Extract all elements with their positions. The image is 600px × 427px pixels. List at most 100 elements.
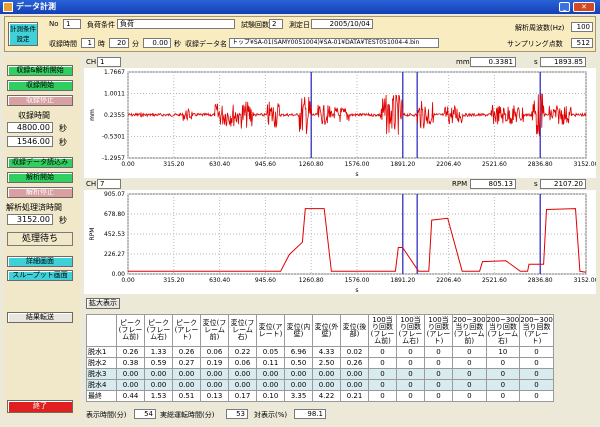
chart2-unit-label: RPM [452, 180, 468, 188]
table-cell: 0.00 [200, 368, 229, 380]
time-label: 収録時間 [49, 40, 77, 48]
date-field[interactable]: 2005/10/04 [311, 19, 373, 29]
y-tick-label: 452.53 [104, 231, 125, 238]
settings-button[interactable]: 計測条件設定 [8, 22, 38, 46]
x-tick-label: 1576.00 [345, 161, 370, 168]
table-cell: 0 [519, 368, 554, 380]
chart1-ch-select[interactable]: 1 [97, 57, 121, 67]
x-tick-label: 2836.80 [528, 277, 553, 284]
no-field[interactable]: 1 [63, 19, 81, 29]
table-cell: 0.00 [144, 368, 173, 380]
table-cell: 0.00 [172, 379, 201, 391]
results-table: ピーク(フレーム前) ピーク(フレーム右) ピーク(アレート) 変位(フレーム前) 変位… [86, 314, 554, 402]
rec-stop-button[interactable]: 収録停止 [7, 95, 73, 106]
table-cell: 0 [519, 390, 554, 402]
analysis-start-button[interactable]: 解析開始 [7, 172, 73, 183]
chart1-vibration-plot[interactable]: 0.00 315.20 630.40 945.60 1260.80 1576.00 1891… [84, 68, 596, 178]
table-cell: 0.21 [340, 390, 369, 402]
analysis-time-field: 3152.00 [7, 214, 53, 225]
rec-time-total-field: 4800.00 [7, 122, 53, 133]
y-axis-label: mm [89, 109, 96, 121]
chart2-ch-select[interactable]: 7 [97, 179, 121, 189]
table-cell: 0 [424, 390, 453, 402]
table-row: 脱水2 0.38 0.59 0.27 0.19 0.06 0.11 0.50 2.50 0.26 0… [86, 357, 554, 369]
y-tick-label: -0.5301 [102, 134, 125, 141]
rec-time-elapsed-unit: 秒 [59, 138, 67, 147]
table-cell: 0.00 [284, 368, 313, 380]
time-hour-field[interactable]: 1 [81, 38, 95, 48]
table-cell: 0.26 [116, 346, 145, 358]
table-cell: 3.35 [284, 390, 313, 402]
analysis-stop-button[interactable]: 解析停止 [7, 187, 73, 198]
chart1-ch-label: CH [86, 58, 97, 66]
table-cell: 0.00 [256, 368, 285, 380]
analysis-freq-field[interactable]: 100 [571, 22, 593, 32]
table-cell: 0.00 [172, 368, 201, 380]
table-cell: 0.05 [256, 346, 285, 358]
throughput-screen-button[interactable]: スループット画面 [7, 270, 73, 281]
load-cond-field[interactable]: 負荷 [117, 19, 235, 29]
table-cell: 0.06 [200, 346, 229, 358]
x-tick-label: 2206.40 [436, 161, 461, 168]
y-axis-label: RPM [89, 228, 96, 241]
actual-time-field: 53 [226, 409, 248, 419]
chart2-rpm-plot[interactable]: 0.00 315.20 630.40 945.60 1260.80 1576.00 1891… [84, 190, 596, 294]
minimize-button[interactable]: _ [559, 2, 570, 12]
x-tick-label: 2521.60 [482, 277, 507, 284]
test-count-label: 試験回数 [241, 21, 269, 29]
expand-display-button[interactable]: 拡大表示 [86, 298, 120, 309]
time-hour-unit: 時 [98, 40, 105, 48]
chart1-readout-y: 0.3381 [470, 57, 516, 67]
table-cell: 0 [424, 368, 453, 380]
table-cell: 0 [424, 379, 453, 391]
data-name-field[interactable]: トップ¥SA-01(SAMY0051004)¥SA-01¥DATA¥TEST05… [229, 38, 439, 48]
sampling-field[interactable]: 512 [571, 38, 593, 48]
x-tick-label: 0.00 [121, 277, 135, 284]
x-tick-label: 3152.00 [574, 161, 596, 168]
table-cell: 0.26 [172, 346, 201, 358]
table-header-cell: 変位(内壁) [284, 314, 313, 347]
y-tick-label: 905.07 [104, 191, 125, 198]
time-second-unit: 秒 [174, 40, 181, 48]
chart2-readout-x: 2107.20 [540, 179, 586, 189]
rec-start-button[interactable]: 収録開始 [7, 80, 73, 91]
table-cell: 0.51 [172, 390, 201, 402]
display-time-field: 54 [134, 409, 156, 419]
rec-time-elapsed-field: 1546.00 [7, 136, 53, 147]
table-cell: 0.38 [116, 357, 145, 369]
x-tick-label: 1891.20 [390, 277, 415, 284]
rec-analysis-start-button[interactable]: 収録&解析開始 [7, 65, 73, 76]
ratio-label: 対表示(%) [254, 411, 288, 419]
table-header-cell: 100当り回数(フレーム右) [396, 314, 425, 347]
table-cell: 0.02 [340, 346, 369, 358]
table-cell: 0 [519, 357, 554, 369]
chart2-s-label: s [534, 180, 538, 188]
table-cell: 0 [452, 346, 487, 358]
exit-button[interactable]: 終了 [7, 400, 73, 413]
x-tick-label: 315.20 [163, 277, 184, 284]
load-data-button[interactable]: 収録データ読込み [7, 157, 73, 168]
chart2-ch-label: CH [86, 180, 97, 188]
table-cell: 0.44 [116, 390, 145, 402]
table-cell: 0.00 [284, 379, 313, 391]
table-header-cell: 200~300当り回数(フレーム右) [485, 314, 521, 347]
result-transfer-button[interactable]: 結果転送 [7, 312, 73, 323]
x-axis-label: s [355, 287, 358, 294]
time-minute-unit: 分 [132, 40, 139, 48]
time-minute-field[interactable]: 20 [109, 38, 129, 48]
table-header-cell: ピーク(アレート) [172, 314, 201, 347]
test-count-field[interactable]: 2 [269, 19, 283, 29]
table-cell: 0.00 [256, 379, 285, 391]
table-header-cell: ピーク(フレーム右) [144, 314, 173, 347]
rec-time-label: 収録時間 [18, 111, 50, 120]
table-header-cell: 100当り回数(アレート) [424, 314, 453, 347]
table-cell: 0.19 [200, 357, 229, 369]
table-row: 脱水3 0.00 0.00 0.00 0.00 0.00 0.00 0.00 0.00 0.00 0… [86, 368, 554, 380]
table-cell: 0.50 [284, 357, 313, 369]
detail-screen-button[interactable]: 詳細画面 [7, 256, 73, 267]
table-header-cell: 100当り回数(フレーム前) [368, 314, 397, 347]
analysis-freq-label: 解析周波数(Hz) [515, 24, 565, 32]
time-second-field[interactable]: 0.00 [143, 38, 171, 48]
close-button[interactable]: ✕ [573, 2, 595, 12]
table-cell: 0.26 [340, 357, 369, 369]
